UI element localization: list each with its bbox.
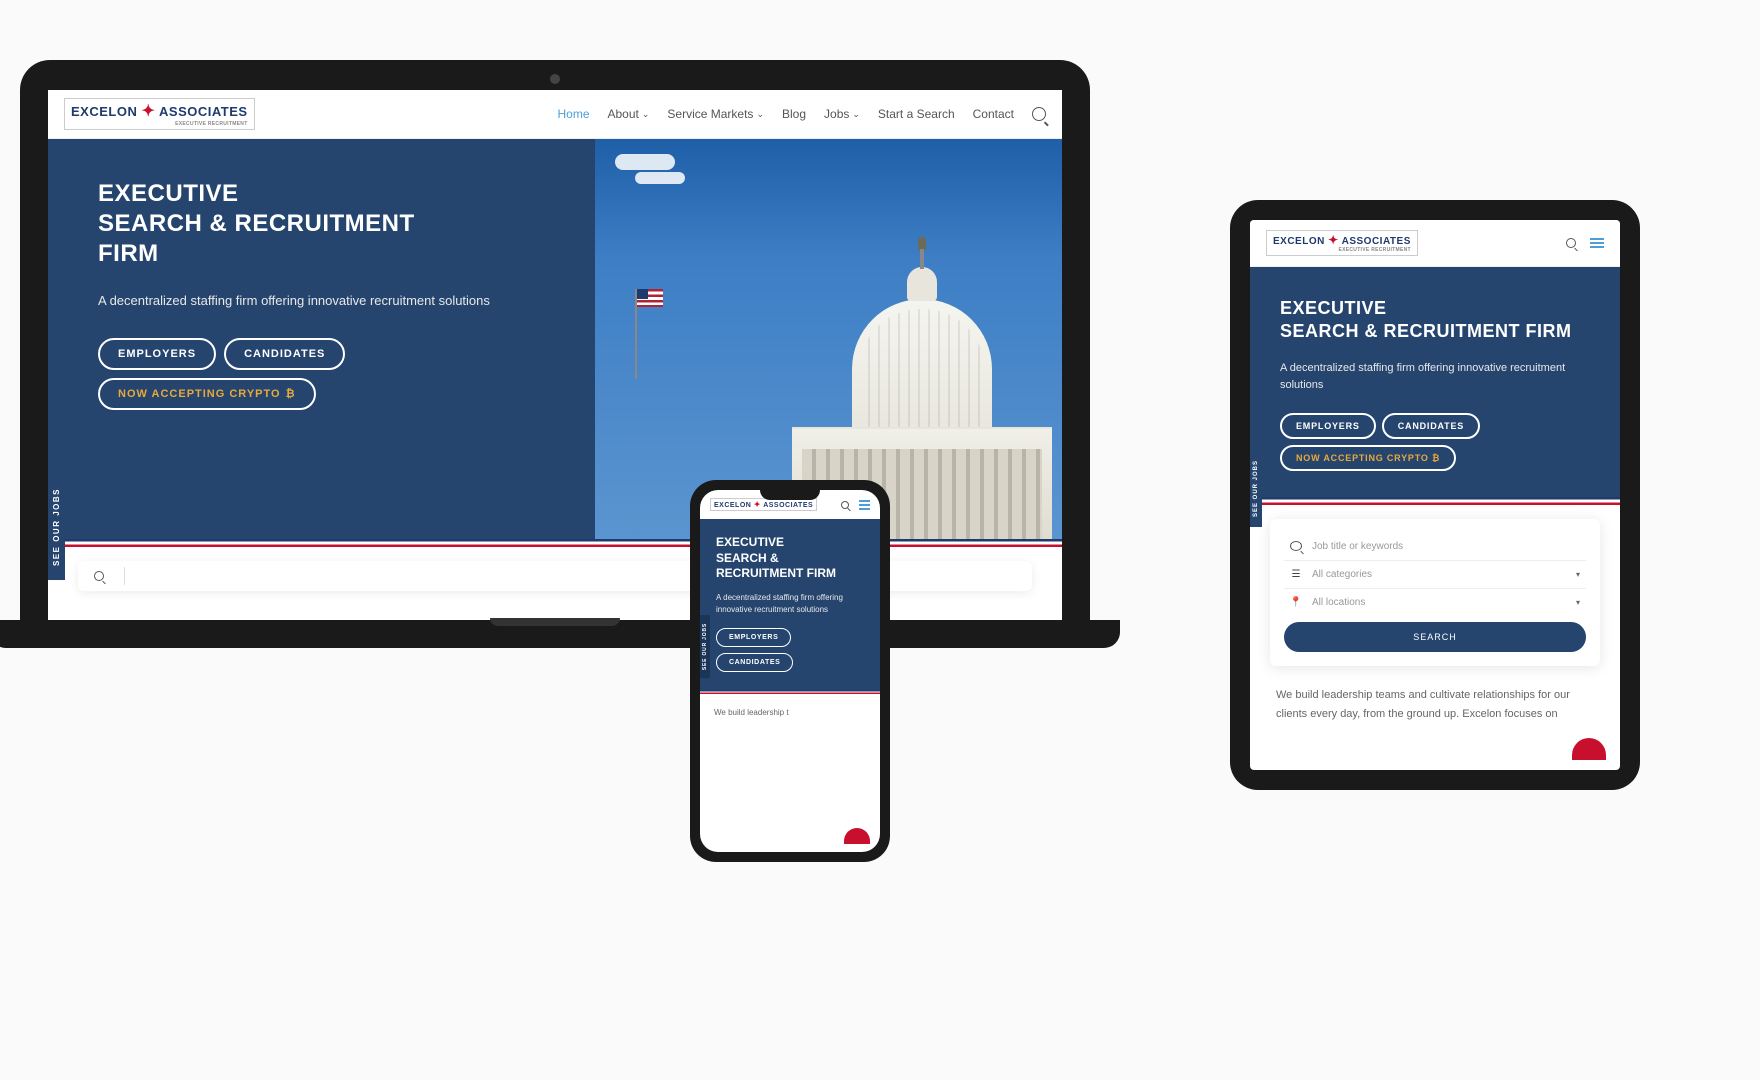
capitol-dome	[852, 299, 992, 439]
nav-contact[interactable]: Contact	[973, 107, 1014, 121]
hero-title: EXECUTIVE SEARCH & RECRUITMENT FIRM	[98, 179, 565, 269]
nav-blog[interactable]: Blog	[782, 107, 806, 121]
phone-mockup: EXCELON ✦ ASSOCIATES EXECUTIVE SEARCH & …	[690, 480, 890, 862]
laptop-base	[0, 620, 1120, 648]
flag-stripe-divider	[48, 539, 1062, 547]
chevron-down-icon: ⌄	[756, 109, 764, 120]
job-search-card: Job title or keywords ☰ All categories ▾…	[1270, 519, 1600, 666]
hero-section: EXECUTIVE SEARCH & RECRUITMENT FIRM A de…	[48, 139, 1062, 539]
hero-section: EXECUTIVE SEARCH & RECRUITMENT FIRM A de…	[700, 519, 880, 690]
search-icon[interactable]	[1032, 107, 1046, 121]
hero-button-row: EMPLOYERS CANDIDATES NOW ACCEPTING CRYPT…	[98, 338, 565, 410]
hero-button-row: EMPLOYERS CANDIDATES NOW ACCEPTING CRYPT…	[1280, 413, 1590, 471]
clouds-decoration	[615, 154, 715, 194]
search-icon[interactable]	[841, 501, 849, 509]
chevron-down-icon: ⌄	[852, 109, 860, 120]
laptop-viewport: EXCELON ✦ ASSOCIATES EXECUTIVE RECRUITME…	[48, 90, 1062, 620]
accent-decoration	[1572, 738, 1606, 760]
hero-subtitle: A decentralized staffing firm offering i…	[98, 291, 565, 312]
logo-star-icon: ✦	[754, 500, 761, 509]
site-header: EXCELON ✦ ASSOCIATES EXECUTIVE RECRUITME…	[1250, 220, 1620, 267]
see-jobs-side-tab[interactable]: SEE OUR JOBS	[1250, 450, 1262, 527]
intro-paragraph: We build leadership teams and cultivate …	[1250, 680, 1620, 729]
nav-start-search[interactable]: Start a Search	[878, 107, 955, 121]
see-jobs-side-tab[interactable]: SEE OUR JOBS	[700, 615, 710, 678]
employers-button[interactable]: EMPLOYERS	[98, 338, 216, 370]
nav-service-markets[interactable]: Service Markets⌄	[667, 107, 764, 121]
see-jobs-side-tab[interactable]: SEE OUR JOBS	[48, 474, 65, 580]
laptop-camera	[550, 74, 560, 84]
chevron-down-icon: ▾	[1576, 570, 1580, 579]
chevron-down-icon: ⌄	[642, 109, 650, 120]
site-header: EXCELON ✦ ASSOCIATES EXECUTIVE RECRUITME…	[48, 90, 1062, 139]
bitcoin-icon: ₿	[286, 388, 296, 400]
candidates-button[interactable]: CANDIDATES	[224, 338, 345, 370]
hero-image-capitol	[595, 139, 1062, 539]
intro-paragraph: We build leadership t	[700, 694, 880, 731]
crypto-button[interactable]: NOW ACCEPTING CRYPTO ₿	[1280, 445, 1456, 471]
hamburger-menu-icon[interactable]	[859, 500, 870, 510]
hero-title: EXECUTIVE SEARCH & RECRUITMENT FIRM	[1280, 297, 1590, 344]
logo-text-left: EXCELON	[71, 104, 137, 119]
phone-notch	[760, 490, 820, 500]
tablet-mockup: EXCELON ✦ ASSOCIATES EXECUTIVE RECRUITME…	[1230, 200, 1640, 790]
list-icon: ☰	[1290, 569, 1302, 580]
candidates-button[interactable]: CANDIDATES	[1382, 413, 1480, 439]
logo-star-icon: ✦	[141, 103, 155, 120]
site-logo[interactable]: EXCELON ✦ ASSOCIATES EXECUTIVE RECRUITME…	[1266, 230, 1418, 256]
logo-tagline: EXECUTIVE RECRUITMENT	[71, 121, 248, 127]
bitcoin-icon: ₿	[1432, 453, 1440, 463]
laptop-screen-bezel: EXCELON ✦ ASSOCIATES EXECUTIVE RECRUITME…	[20, 60, 1090, 620]
nav-jobs[interactable]: Jobs⌄	[824, 107, 860, 121]
hero-subtitle: A decentralized staffing firm offering i…	[1280, 360, 1590, 395]
hero-subtitle: A decentralized staffing firm offering i…	[716, 592, 864, 616]
logo-text-right: ASSOCIATES	[159, 104, 248, 119]
employers-button[interactable]: EMPLOYERS	[1280, 413, 1376, 439]
flag-stripe-divider	[1250, 497, 1620, 505]
search-icon	[94, 571, 104, 581]
search-bar-section	[48, 547, 1062, 591]
accent-decoration	[844, 828, 870, 844]
employers-button[interactable]: EMPLOYERS	[716, 628, 791, 647]
hamburger-menu-icon[interactable]	[1590, 238, 1604, 248]
site-logo[interactable]: EXCELON ✦ ASSOCIATES EXECUTIVE RECRUITME…	[64, 98, 255, 130]
phone-viewport: EXCELON ✦ ASSOCIATES EXECUTIVE SEARCH & …	[700, 490, 880, 852]
nav-home[interactable]: Home	[557, 107, 589, 121]
phone-frame: EXCELON ✦ ASSOCIATES EXECUTIVE SEARCH & …	[690, 480, 890, 862]
candidates-button[interactable]: CANDIDATES	[716, 653, 793, 672]
capitol-statue	[918, 237, 926, 251]
locations-select[interactable]: 📍 All locations ▾	[1284, 588, 1586, 616]
keywords-input[interactable]: Job title or keywords	[1284, 533, 1586, 560]
tablet-viewport: EXCELON ✦ ASSOCIATES EXECUTIVE RECRUITME…	[1250, 220, 1620, 770]
chevron-down-icon: ▾	[1576, 598, 1580, 607]
crypto-button[interactable]: NOW ACCEPTING CRYPTO ₿	[98, 378, 316, 410]
hero-content: EXECUTIVE SEARCH & RECRUITMENT FIRM A de…	[48, 139, 595, 539]
search-icon	[1290, 541, 1302, 551]
categories-select[interactable]: ☰ All categories ▾	[1284, 560, 1586, 588]
logo-star-icon: ✦	[1328, 233, 1339, 247]
location-pin-icon: 📍	[1290, 597, 1302, 608]
search-icon[interactable]	[1566, 238, 1576, 248]
tablet-frame: EXCELON ✦ ASSOCIATES EXECUTIVE RECRUITME…	[1230, 200, 1640, 790]
hero-title: EXECUTIVE SEARCH & RECRUITMENT FIRM	[716, 535, 864, 582]
search-button[interactable]: SEARCH	[1284, 622, 1586, 652]
flag-icon	[635, 289, 637, 379]
hero-section: EXECUTIVE SEARCH & RECRUITMENT FIRM A de…	[1250, 267, 1620, 497]
laptop-mockup: EXCELON ✦ ASSOCIATES EXECUTIVE RECRUITME…	[20, 60, 1090, 648]
nav-about[interactable]: About⌄	[608, 107, 650, 121]
main-nav: Home About⌄ Service Markets⌄ Blog Jobs⌄ …	[557, 107, 1046, 121]
